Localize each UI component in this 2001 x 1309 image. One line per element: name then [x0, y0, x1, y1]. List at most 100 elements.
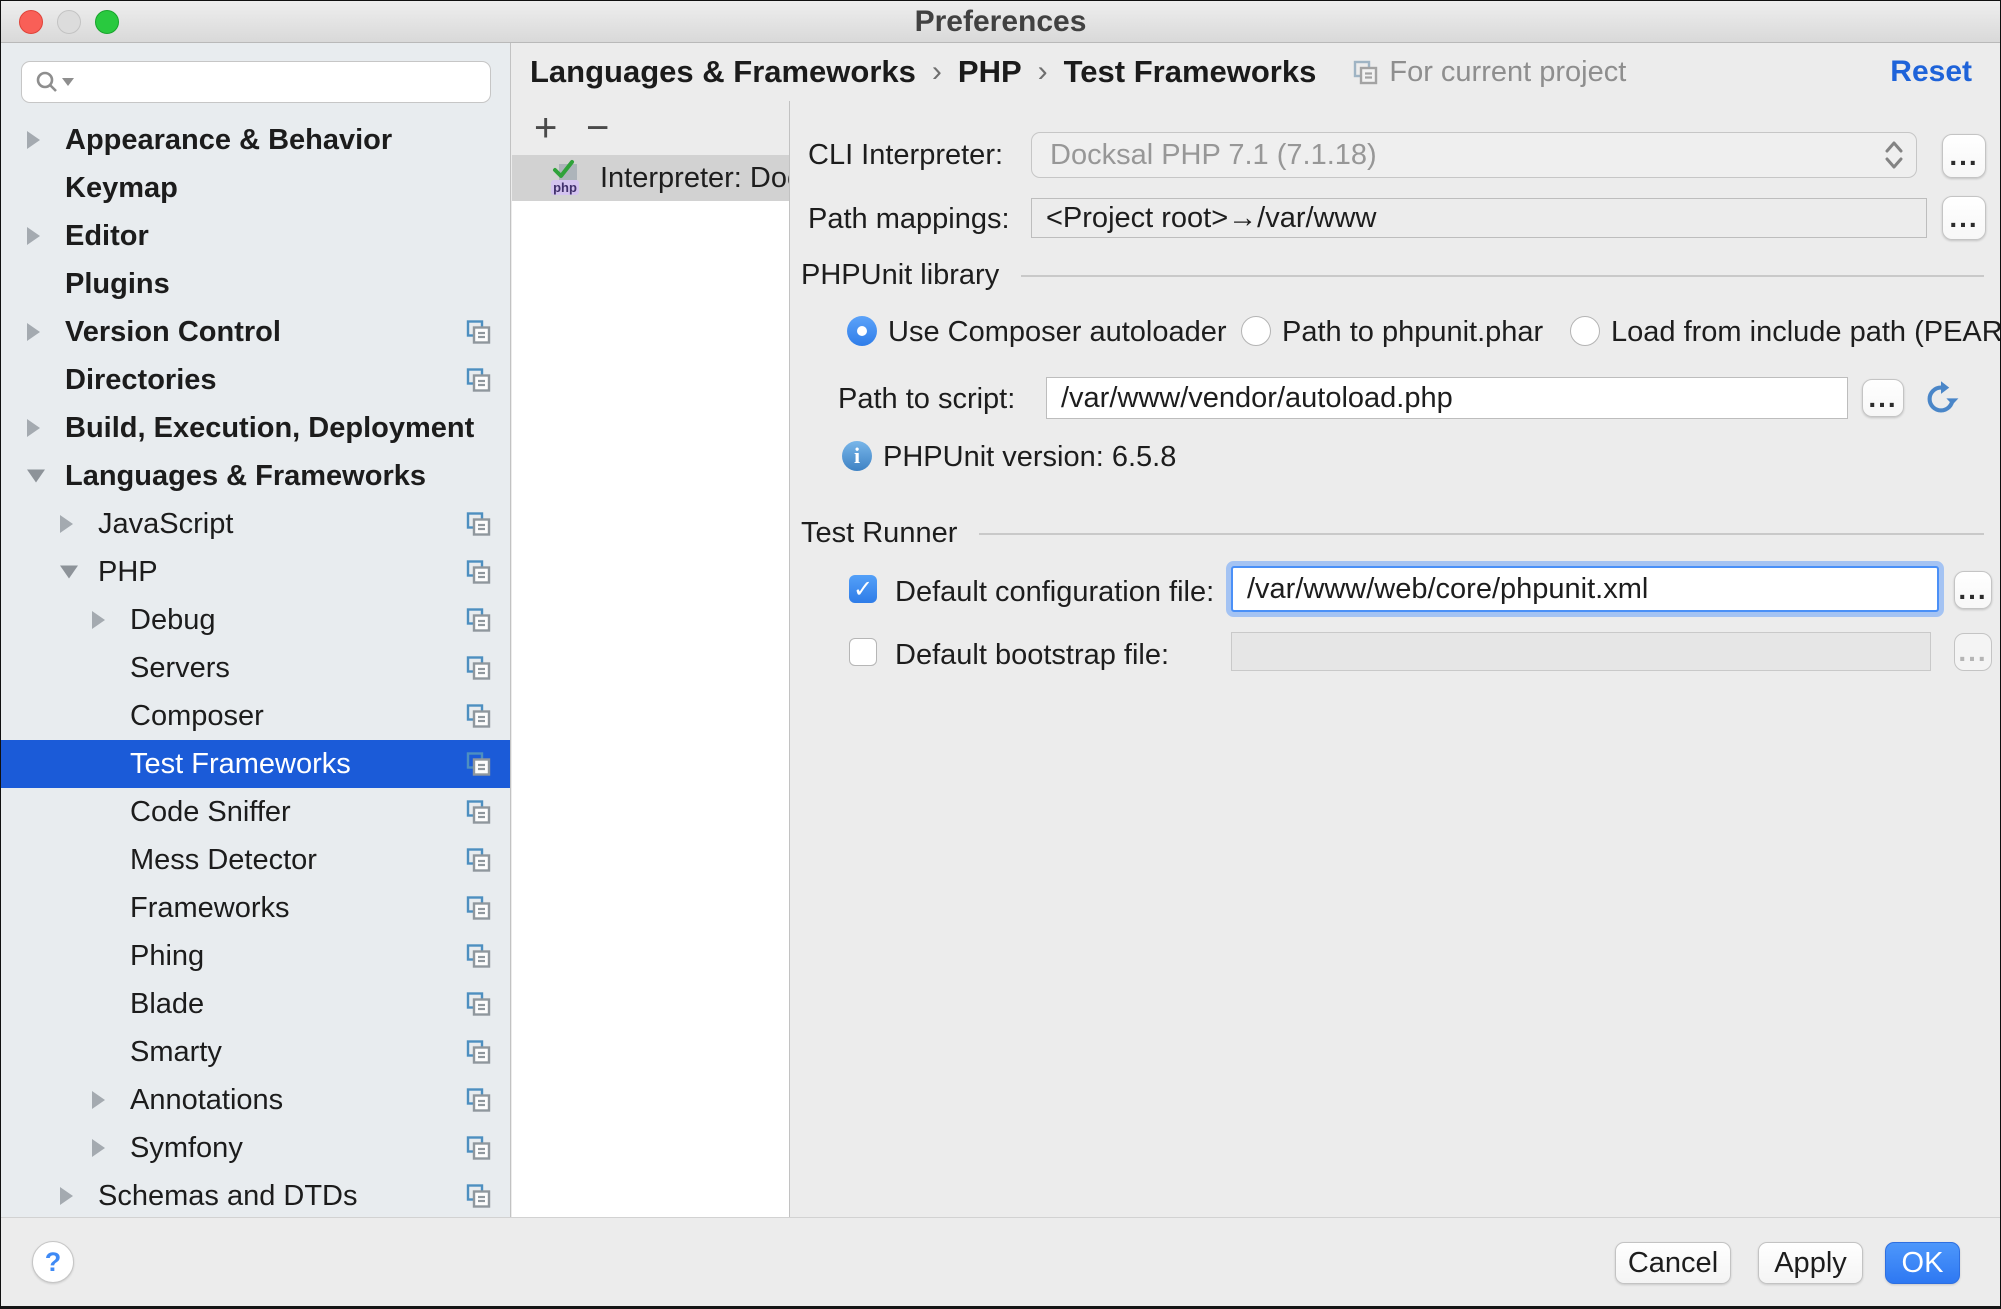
sidebar-item-javascript[interactable]: JavaScript: [1, 500, 510, 548]
sidebar-item-label: Servers: [130, 652, 230, 685]
default-bootstrap-file-browse-button[interactable]: ...: [1954, 633, 1992, 671]
default-configuration-file-browse-button[interactable]: ...: [1954, 571, 1992, 609]
sidebar-item-label: Schemas and DTDs: [98, 1180, 358, 1213]
sidebar-item-schemas-dtds[interactable]: Schemas and DTDs: [1, 1172, 510, 1217]
radio-load-from-include-path[interactable]: [1570, 316, 1600, 346]
search-icon: [34, 69, 74, 95]
breadcrumb: Languages & Frameworks › PHP › Test Fram…: [512, 43, 2000, 101]
radio-path-to-phpunit-phar-label: Path to phpunit.phar: [1282, 316, 1543, 349]
per-project-settings-icon: [465, 799, 492, 826]
path-mappings-browse-button[interactable]: ...: [1942, 196, 1986, 240]
path-to-script-value: /var/www/vendor/autoload.php: [1061, 382, 1453, 415]
phpunit-library-section: PHPUnit library: [801, 259, 1984, 292]
help-button[interactable]: ?: [32, 1241, 74, 1283]
sidebar-item-label: Phing: [130, 940, 204, 973]
sidebar-item-smarty[interactable]: Smarty: [1, 1028, 510, 1076]
sidebar-item-build-execution-deployment[interactable]: Build, Execution, Deployment: [1, 404, 510, 452]
per-project-settings-icon: [465, 1039, 492, 1066]
sidebar-item-label: Languages & Frameworks: [65, 460, 426, 493]
sidebar-item-label: Mess Detector: [130, 844, 317, 877]
remove-button[interactable]: −: [586, 108, 638, 148]
cancel-button[interactable]: Cancel: [1615, 1242, 1731, 1284]
radio-load-from-include-path-label: Load from include path (PEAR): [1611, 316, 2001, 349]
sidebar-item-keymap[interactable]: Keymap: [1, 164, 510, 212]
scope-note: For current project: [1352, 56, 1626, 89]
check-icon: ✓: [853, 575, 873, 604]
reload-icon[interactable]: [1922, 380, 1960, 418]
sidebar-item-languages-frameworks[interactable]: Languages & Frameworks: [1, 452, 510, 500]
info-icon: i: [842, 441, 872, 471]
window-title: Preferences: [1, 1, 2000, 43]
sidebar-item-label: Blade: [130, 988, 204, 1021]
sidebar-item-code-sniffer[interactable]: Code Sniffer: [1, 788, 510, 836]
sidebar-item-label: Symfony: [130, 1132, 243, 1165]
sidebar-item-label: Plugins: [65, 268, 170, 301]
chevron-right-icon: [60, 1187, 73, 1205]
radio-use-composer-autoloader-label: Use Composer autoloader: [888, 316, 1227, 349]
radio-path-to-phpunit-phar[interactable]: [1241, 316, 1271, 346]
sidebar-item-php[interactable]: PHP: [1, 548, 510, 596]
test-runner-section-title: Test Runner: [801, 517, 957, 550]
per-project-settings-icon: [465, 991, 492, 1018]
sidebar-item-phing[interactable]: Phing: [1, 932, 510, 980]
radio-use-composer-autoloader[interactable]: [847, 316, 877, 346]
test-frameworks-form: CLI Interpreter: Docksal PHP 7.1 (7.1.18…: [791, 101, 2000, 1217]
sidebar-item-directories[interactable]: Directories: [1, 356, 510, 404]
per-project-settings-icon: [1352, 59, 1379, 86]
scope-note-label: For current project: [1389, 56, 1626, 89]
search-box[interactable]: [21, 61, 491, 103]
chevron-right-icon: [92, 1139, 105, 1157]
path-to-script-browse-button[interactable]: ...: [1862, 379, 1904, 417]
breadcrumb-test-frameworks[interactable]: Test Frameworks: [1064, 54, 1317, 90]
sidebar-item-label: Directories: [65, 364, 217, 397]
sidebar-item-symfony[interactable]: Symfony: [1, 1124, 510, 1172]
add-button[interactable]: +: [534, 108, 586, 148]
phpunit-version-note: PHPUnit version: 6.5.8: [883, 441, 1176, 474]
sidebar-item-plugins[interactable]: Plugins: [1, 260, 510, 308]
interpreter-list-item[interactable]: php Interpreter: Docksal PHP 7.1 (7.1.18…: [512, 155, 789, 201]
sidebar-item-test-frameworks[interactable]: Test Frameworks: [1, 740, 510, 788]
sidebar-item-appearance-behavior[interactable]: Appearance & Behavior: [1, 116, 510, 164]
default-configuration-file-input[interactable]: /var/www/web/core/phpunit.xml: [1231, 566, 1939, 612]
preferences-window: Preferences Appearance & Behavior Keymap…: [0, 0, 2001, 1309]
ok-button[interactable]: OK: [1885, 1242, 1960, 1284]
per-project-settings-icon: [465, 511, 492, 538]
cli-interpreter-select[interactable]: Docksal PHP 7.1 (7.1.18): [1031, 132, 1917, 178]
sidebar-item-version-control[interactable]: Version Control: [1, 308, 510, 356]
sidebar-item-blade[interactable]: Blade: [1, 980, 510, 1028]
sidebar-item-annotations[interactable]: Annotations: [1, 1076, 510, 1124]
per-project-settings-icon: [465, 607, 492, 634]
sidebar-item-frameworks[interactable]: Frameworks: [1, 884, 510, 932]
interpreter-list-toolbar: + −: [512, 101, 789, 155]
path-to-script-field[interactable]: /var/www/vendor/autoload.php: [1046, 377, 1848, 419]
reset-link[interactable]: Reset: [1890, 55, 1972, 89]
phpunit-library-section-title: PHPUnit library: [801, 259, 999, 292]
path-mappings-field[interactable]: <Project root>→/var/www: [1031, 198, 1927, 238]
search-input[interactable]: [82, 66, 478, 99]
sidebar-item-composer[interactable]: Composer: [1, 692, 510, 740]
sidebar-item-label: Test Frameworks: [130, 748, 351, 781]
default-bootstrap-file-label: Default bootstrap file:: [895, 639, 1169, 672]
chevron-down-icon: [27, 470, 45, 483]
chevron-right-icon: [60, 515, 73, 533]
default-bootstrap-file-checkbox[interactable]: [849, 638, 877, 666]
cli-interpreter-browse-button[interactable]: ...: [1942, 134, 1986, 178]
breadcrumb-separator-icon: ›: [932, 55, 942, 89]
default-configuration-file-checkbox[interactable]: ✓: [849, 575, 877, 603]
search-options-arrow-icon[interactable]: [62, 78, 74, 86]
sidebar-item-servers[interactable]: Servers: [1, 644, 510, 692]
per-project-settings-icon: [465, 1135, 492, 1162]
per-project-settings-icon: [465, 1183, 492, 1210]
stepper-icon[interactable]: [1872, 133, 1916, 177]
sidebar-item-debug[interactable]: Debug: [1, 596, 510, 644]
chevron-right-icon: [92, 611, 105, 629]
per-project-settings-icon: [465, 367, 492, 394]
sidebar-item-label: JavaScript: [98, 508, 233, 541]
sidebar-item-editor[interactable]: Editor: [1, 212, 510, 260]
breadcrumb-php[interactable]: PHP: [958, 54, 1022, 90]
sidebar-item-mess-detector[interactable]: Mess Detector: [1, 836, 510, 884]
apply-button[interactable]: Apply: [1758, 1242, 1863, 1284]
breadcrumb-languages-frameworks[interactable]: Languages & Frameworks: [530, 54, 916, 90]
php-interpreter-icon: php: [548, 158, 586, 198]
per-project-settings-icon: [465, 655, 492, 682]
